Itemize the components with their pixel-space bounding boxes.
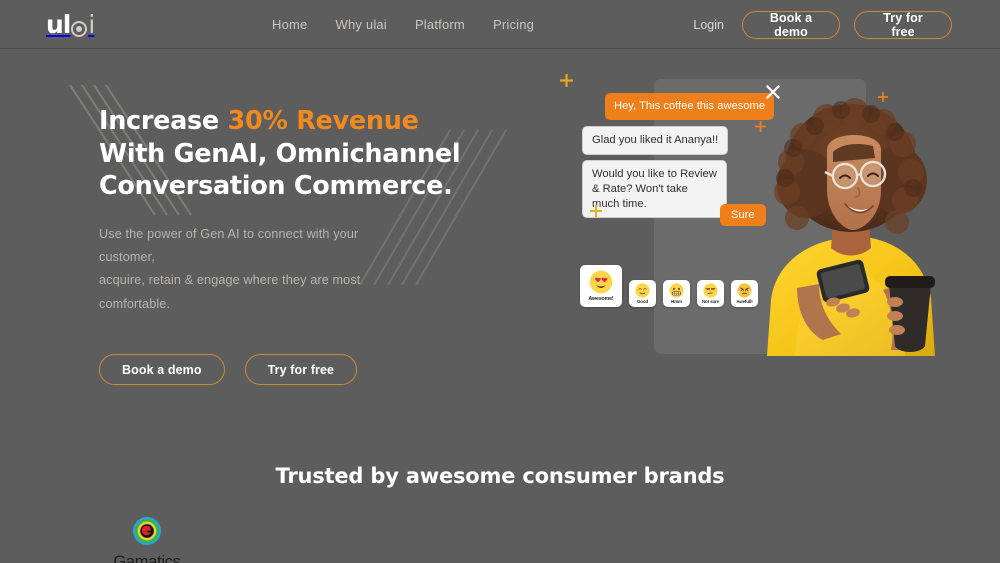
trusted-section-title: Trusted by awesome consumer brands xyxy=(275,464,725,488)
chat-mockup: Hey, This coffee this awesome Glad you l… xyxy=(540,60,940,370)
page-title: Increase 30% Revenue With GenAI, Omnicha… xyxy=(99,105,519,203)
hero-subtext-line-2: acquire, retain & engage where they are … xyxy=(99,273,361,311)
rating-label-good: Good xyxy=(636,299,649,305)
rating-emoji-bar: Awesome! Good Hmm Not sure Awefull! xyxy=(580,265,758,307)
chat-bubble-outgoing: Hey, This coffee this awesome xyxy=(605,93,775,120)
hero-try-free-button[interactable]: Try for free xyxy=(244,354,358,386)
nav-why-ulai[interactable]: Why ulai xyxy=(335,17,386,32)
close-icon[interactable] xyxy=(765,84,781,100)
rating-option-awefull[interactable]: Awefull! xyxy=(731,280,758,307)
chat-bubble-incoming-1: Glad you liked it Ananya!! xyxy=(582,126,729,155)
relieved-face-icon xyxy=(635,283,650,298)
rating-option-not-sure[interactable]: Not sure xyxy=(697,280,724,307)
rating-option-awesome[interactable]: Awesome! xyxy=(580,265,622,307)
headline-part-1: Increase xyxy=(99,106,228,136)
logo-text-ul: ul xyxy=(46,10,71,39)
unamused-face-icon xyxy=(703,283,718,298)
header-try-free-button[interactable]: Try for free xyxy=(854,10,952,39)
brand-name-gamatics: Gamatics xyxy=(113,553,181,563)
chat-bubble-incoming-2: Would you like to Review & Rate? Won't t… xyxy=(582,160,727,219)
hero-book-demo-button[interactable]: Book a demo xyxy=(99,354,225,386)
sparkle-icon-2 xyxy=(755,121,766,132)
brand-gamatics: Gamatics xyxy=(104,516,190,563)
sparkle-icon-3 xyxy=(590,205,602,217)
nav-home[interactable]: Home xyxy=(272,17,307,32)
nav-platform[interactable]: Platform xyxy=(415,17,465,32)
hero-copy: Increase 30% Revenue With GenAI, Omnicha… xyxy=(99,105,519,386)
sparkle-icon-1 xyxy=(560,74,573,87)
landing-page: ul i Home Why ulai Platform Pricing Logi… xyxy=(0,0,1000,563)
logo-text-i: i xyxy=(88,10,95,39)
site-header: ul i Home Why ulai Platform Pricing Logi… xyxy=(0,0,1000,49)
header-book-demo-button[interactable]: Book a demo xyxy=(742,10,840,39)
hero-subtext: Use the power of Gen AI to connect with … xyxy=(99,223,414,316)
login-link[interactable]: Login xyxy=(693,18,724,32)
heart-eyes-icon xyxy=(589,270,613,294)
nav-pricing[interactable]: Pricing xyxy=(493,17,534,32)
rating-label-not-sure: Not sure xyxy=(701,299,719,305)
hero-cta-group: Book a demo Try for free xyxy=(99,354,519,386)
headline-line-3: Conversation Commerce. xyxy=(99,171,453,202)
hero-subtext-line-1: Use the power of Gen AI to connect with … xyxy=(99,226,359,265)
gamatics-ring-icon xyxy=(132,516,162,551)
headline-line-2: With GenAI, Omnichannel xyxy=(99,138,461,169)
rating-label-awesome: Awesome! xyxy=(588,296,614,302)
header-actions: Login Book a demo Try for free xyxy=(693,0,952,49)
rating-label-hmm: Hmm xyxy=(671,299,682,305)
logo-a-glyph-icon xyxy=(71,20,88,37)
primary-nav: Home Why ulai Platform Pricing xyxy=(272,0,534,49)
rating-option-good[interactable]: Good xyxy=(629,280,656,307)
angry-steam-face-icon xyxy=(737,283,752,298)
ulai-logo[interactable]: ul i xyxy=(46,9,95,39)
hero-photo-woman-with-coffee xyxy=(745,88,940,356)
grimacing-face-icon xyxy=(669,283,684,298)
rating-label-awefull: Awefull! xyxy=(736,299,753,305)
sparkle-icon-4 xyxy=(878,92,888,102)
chat-reply-sure-button[interactable]: Sure xyxy=(720,204,766,226)
headline-accent: 30% Revenue xyxy=(227,106,419,136)
rating-option-hmm[interactable]: Hmm xyxy=(663,280,690,307)
